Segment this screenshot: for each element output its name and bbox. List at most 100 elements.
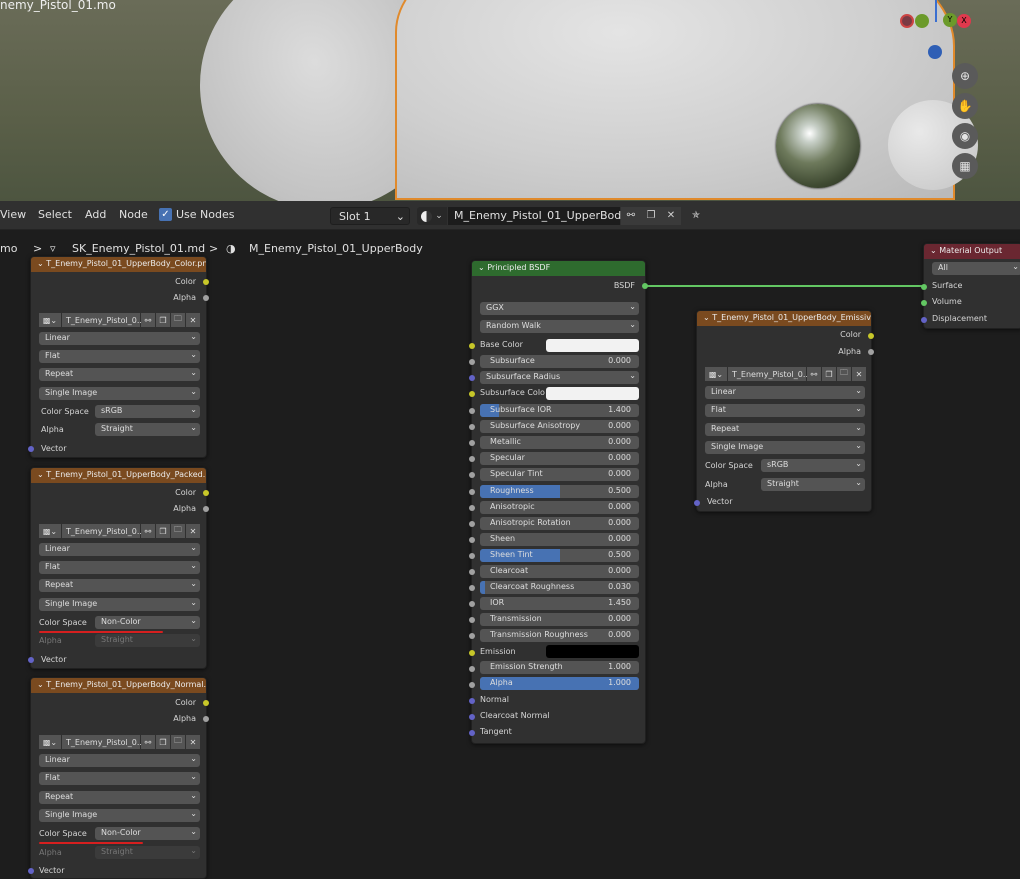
menu-add[interactable]: Add [85, 208, 106, 221]
projection-dropdown[interactable]: Flat ⌄ [39, 561, 200, 574]
socket-vector-in[interactable] [28, 868, 34, 874]
open-folder-icon[interactable]: 🗀 [171, 524, 185, 538]
socket-input[interactable] [469, 520, 475, 527]
node-header[interactable]: ⌄ Principled BSDF [472, 261, 645, 276]
extension-dropdown[interactable]: Repeat ⌄ [39, 579, 200, 592]
grid-icon[interactable]: ▦ [952, 153, 978, 179]
socket-input[interactable] [469, 601, 475, 608]
socket-input[interactable] [469, 408, 475, 414]
socket-alpha-out[interactable] [868, 349, 874, 355]
socket-subsurface-color-in[interactable] [469, 391, 475, 397]
unlink-close-icon[interactable]: ✕ [661, 207, 681, 225]
socket-input[interactable] [469, 456, 475, 463]
gizmo-neg-x-icon[interactable] [900, 14, 914, 28]
interpolation-dropdown[interactable]: Linear ⌄ [39, 754, 200, 767]
socket-input[interactable] [469, 440, 475, 447]
image-selector[interactable]: ▩⌄ T_Enemy_Pistol_0... ⚯ ❐ 🗀 ✕ [39, 735, 200, 749]
image-texture-node-normal[interactable]: ⌄ T_Enemy_Pistol_01_UpperBody_Normal.p..… [28, 677, 209, 879]
subsurface-slider[interactable]: Subsurface 0.000 [480, 355, 639, 368]
socket-alpha-in[interactable] [469, 682, 475, 688]
socket-input[interactable] [469, 536, 475, 543]
socket-emission-strength-in[interactable] [469, 666, 475, 672]
image-selector[interactable]: ▩⌄ T_Enemy_Pistol_0... ⚯ ❐ 🗀 ✕ [705, 367, 866, 381]
image-selector[interactable]: ▩⌄ T_Enemy_Pistol_0... ⚯ ❐ 🗀 ✕ [39, 524, 200, 538]
bsdf-slider[interactable]: Specular Tint 0.000 [480, 468, 639, 482]
subsurface-method-dropdown[interactable]: Random Walk ⌄ [480, 320, 639, 333]
menu-view[interactable]: View [0, 208, 26, 221]
socket-vector-in[interactable] [28, 657, 34, 663]
bsdf-slider[interactable]: Subsurface Anisotropy 0.000 [480, 420, 639, 434]
fake-user-shield-icon[interactable]: ⚯ [141, 735, 155, 749]
extension-dropdown[interactable]: Repeat ⌄ [39, 791, 200, 804]
fake-user-shield-icon[interactable]: ⚯ [621, 207, 641, 225]
material-browse-button[interactable]: ⌄ [417, 207, 447, 225]
socket-tangent-in[interactable] [469, 730, 475, 736]
node-header[interactable]: ⌄ T_Enemy_Pistol_01_UpperBody_Normal.p..… [31, 678, 206, 693]
collapse-chevron-icon[interactable]: ⌄ [37, 680, 44, 689]
alpha-slider[interactable]: Alpha 1.000 [480, 677, 639, 690]
socket-color-out[interactable] [203, 279, 209, 285]
3d-viewport[interactable]: nemy_Pistol_01.mo Y X ⊕ ✋ ◉ ▦ [0, 0, 1020, 201]
gizmo-pos-y-icon[interactable]: Y [943, 13, 957, 27]
socket-subsurface-radius-in[interactable] [469, 375, 475, 381]
source-dropdown[interactable]: Single Image ⌄ [39, 598, 200, 611]
menu-select[interactable]: Select [38, 208, 72, 221]
node-header[interactable]: ⌄ T_Enemy_Pistol_01_UpperBody_Color.png [31, 257, 206, 272]
bsdf-slider[interactable]: Anisotropic Rotation 0.000 [480, 516, 639, 530]
duplicate-image-icon[interactable]: ❐ [156, 313, 170, 327]
use-nodes-toggle[interactable]: ✓ Use Nodes [159, 208, 235, 221]
socket-vector-in[interactable] [28, 446, 34, 452]
collapse-chevron-icon[interactable]: ⌄ [703, 313, 710, 322]
socket-displacement-in[interactable] [921, 317, 927, 323]
socket-color-out[interactable] [203, 700, 209, 706]
interpolation-dropdown[interactable]: Linear ⌄ [705, 386, 865, 399]
extension-dropdown[interactable]: Repeat ⌄ [39, 368, 200, 381]
hand-icon[interactable]: ✋ [952, 93, 978, 119]
fake-user-shield-icon[interactable]: ⚯ [141, 313, 155, 327]
image-name-field[interactable]: T_Enemy_Pistol_0... [62, 313, 144, 327]
subsurface-radius-dropdown[interactable]: Subsurface Radius ⌄ [480, 371, 639, 384]
zoom-icon[interactable]: ⊕ [952, 63, 978, 89]
socket-input[interactable] [469, 585, 475, 592]
open-folder-icon[interactable]: 🗀 [171, 313, 185, 327]
socket-input[interactable] [469, 552, 475, 559]
projection-dropdown[interactable]: Flat ⌄ [39, 350, 200, 363]
node-header[interactable]: ⌄ Material Output [924, 244, 1020, 259]
socket-surface-in[interactable] [921, 284, 927, 290]
source-dropdown[interactable]: Single Image ⌄ [705, 441, 865, 454]
image-browse-icon[interactable]: ▩⌄ [39, 735, 61, 749]
bsdf-slider[interactable]: Metallic 0.000 [480, 436, 639, 450]
distribution-dropdown[interactable]: GGX ⌄ [480, 302, 639, 315]
image-browse-icon[interactable]: ▩⌄ [39, 313, 61, 327]
socket-volume-in[interactable] [921, 300, 927, 306]
close-icon[interactable]: ✕ [186, 313, 200, 327]
pin-icon[interactable]: ✯ [686, 207, 706, 225]
image-name-field[interactable]: T_Enemy_Pistol_0... [62, 735, 144, 749]
socket-input[interactable] [469, 633, 475, 640]
socket-vector-in[interactable] [694, 500, 700, 506]
image-browse-icon[interactable]: ▩⌄ [705, 367, 727, 381]
base-color-swatch[interactable] [546, 339, 639, 352]
emission-strength-slider[interactable]: Emission Strength 1.000 [480, 661, 639, 674]
socket-emission-in[interactable] [469, 650, 475, 656]
principled-bsdf-node[interactable]: ⌄ Principled BSDF BSDF GGX ⌄ Random Walk ⌄… [469, 260, 648, 744]
bsdf-slider[interactable]: Subsurface IOR 1.400 [480, 404, 639, 417]
image-name-field[interactable]: T_Enemy_Pistol_0... [62, 524, 144, 538]
alpha-mode-dropdown[interactable]: Straight ⌄ [95, 423, 200, 436]
bsdf-slider[interactable]: Clearcoat 0.000 [480, 565, 639, 578]
menu-node[interactable]: Node [119, 208, 148, 221]
bsdf-slider[interactable]: IOR 1.450 [480, 597, 639, 611]
duplicate-material-icon[interactable]: ❐ [641, 207, 661, 225]
output-target-dropdown[interactable]: All ⌄ [932, 262, 1020, 275]
bsdf-slider[interactable]: Sheen 0.000 [480, 532, 639, 546]
socket-normal-in[interactable] [469, 698, 475, 704]
bsdf-slider[interactable]: Clearcoat Roughness 0.030 [480, 581, 639, 595]
color-space-dropdown[interactable]: Non-Color ⌄ [95, 616, 200, 629]
close-icon[interactable]: ✕ [852, 367, 866, 381]
duplicate-image-icon[interactable]: ❐ [156, 524, 170, 538]
image-texture-node-emissive[interactable]: ⌄ T_Enemy_Pistol_01_UpperBody_Emissive..… [694, 310, 874, 512]
bsdf-slider[interactable]: Transmission 0.000 [480, 613, 639, 627]
socket-input[interactable] [469, 424, 475, 431]
slot-dropdown[interactable]: Slot 1 ⌄ [330, 207, 410, 225]
collapse-chevron-icon[interactable]: ⌄ [930, 246, 937, 255]
